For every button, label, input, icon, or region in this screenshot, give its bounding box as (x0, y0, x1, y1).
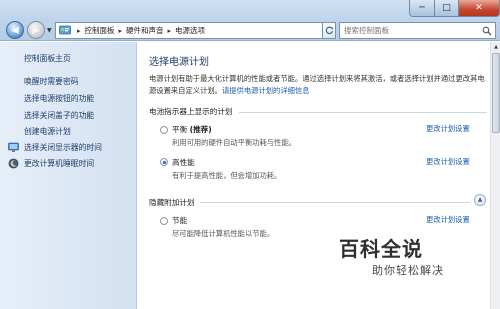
section-divider (239, 112, 487, 113)
sidebar-item-power-button[interactable]: 选择电源按钮的功能 (24, 93, 94, 104)
sidebar-home-link[interactable]: 控制面板主页 (24, 53, 71, 64)
breadcrumb-hardware-sound[interactable]: 硬件和声音 (126, 25, 164, 36)
search-box[interactable] (339, 22, 496, 39)
intro-text: 电源计划有助于最大化计算机的性能或者节能。通过选择计划来将其激活，或者选择计划并… (149, 73, 487, 97)
forward-button[interactable]: ▶ (27, 21, 45, 39)
history-dropdown-icon[interactable]: ▼ (47, 27, 52, 34)
plan-high-performance-desc: 有利于提高性能，但会增加功耗。 (172, 171, 282, 180)
refresh-button[interactable] (322, 22, 336, 39)
plan-high-performance-radio[interactable] (160, 158, 168, 166)
breadcrumb-power-options[interactable]: 电源选项 (175, 25, 205, 36)
vertical-scrollbar[interactable]: ▲ (490, 42, 500, 309)
title-bar: ─ □ ✕ ◀ ▶ ▼ ▸ 控制面板 ▸ 硬件和声音 ▸ 电源选项 ▼ (0, 0, 500, 41)
plan-recommended-tag: (推荐) (189, 125, 212, 134)
plan-high-performance-name[interactable]: 高性能 (172, 157, 195, 168)
breadcrumb-separator-icon[interactable]: ▸ (119, 27, 123, 35)
address-bar[interactable]: ▸ 控制面板 ▸ 硬件和声音 ▸ 电源选项 ▼ (55, 22, 331, 39)
breadcrumb-separator-icon[interactable]: ▸ (168, 27, 172, 35)
section-divider (200, 202, 470, 203)
sidebar-item-sleep-time[interactable]: 更改计算机睡眠时间 (24, 158, 94, 169)
sidebar-item-create-plan[interactable]: 创建电源计划 (24, 126, 71, 137)
scroll-thumb[interactable] (492, 53, 500, 133)
plan-details-link[interactable]: 请提供电源计划的详细信息 (222, 86, 310, 95)
plan-balanced-radio[interactable] (160, 126, 168, 134)
plan-power-saver-name[interactable]: 节能 (172, 215, 187, 226)
plan-balanced-label: 平衡 (172, 125, 188, 134)
page-title: 选择电源计划 (149, 57, 209, 68)
breadcrumb-separator-icon[interactable]: ▸ (77, 27, 81, 35)
plan-power-saver-radio[interactable] (160, 217, 168, 225)
scroll-up-icon[interactable]: ▲ (492, 43, 500, 51)
plan-balanced-change-link[interactable]: 更改计划设置 (426, 124, 470, 134)
close-button[interactable]: ✕ (458, 0, 500, 17)
plan-power-saver-change-link[interactable]: 更改计划设置 (426, 215, 470, 225)
monitor-icon (8, 142, 19, 152)
sidebar-item-display-off[interactable]: 选择关闭显示器的时间 (24, 142, 102, 153)
refresh-icon (325, 26, 333, 35)
control-panel-icon (59, 25, 71, 35)
maximize-button[interactable]: □ (434, 0, 459, 17)
section-hidden-plans-label[interactable]: 隐藏附加计划 (149, 197, 195, 208)
section-battery-plans-label: 电池指示器上显示的计划 (149, 107, 233, 116)
search-input[interactable] (344, 26, 482, 35)
search-icon[interactable] (482, 26, 492, 36)
intro-description: 电源计划有助于最大化计算机的性能或者节能。通过选择计划来将其激活，或者选择计划并… (149, 74, 485, 95)
minimize-button[interactable]: ─ (409, 0, 435, 17)
sidebar: 控制面板主页 唤醒时需要密码 选择电源按钮的功能 选择关闭盖子的功能 创建电源计… (0, 42, 137, 309)
moon-icon (8, 158, 19, 169)
breadcrumb-control-panel[interactable]: 控制面板 (85, 25, 115, 36)
plan-balanced-name[interactable]: 平衡 (推荐) (172, 124, 212, 135)
watermark-tagline: 助你轻松解决 (372, 264, 444, 277)
plan-high-performance-change-link[interactable]: 更改计划设置 (426, 157, 470, 167)
watermark-logo: 百科全说 (339, 237, 423, 261)
plan-balanced-desc: 利用可用的硬件自动平衡功耗与性能。 (172, 138, 297, 147)
plan-power-saver-desc: 尽可能降低计算机性能以节能。 (172, 229, 275, 238)
sidebar-item-wake-password[interactable]: 唤醒时需要密码 (24, 76, 79, 87)
sidebar-item-lid-close[interactable]: 选择关闭盖子的功能 (24, 110, 94, 121)
collapse-chevron-icon[interactable]: ▲ (474, 194, 486, 206)
back-button[interactable]: ◀ (6, 21, 24, 39)
